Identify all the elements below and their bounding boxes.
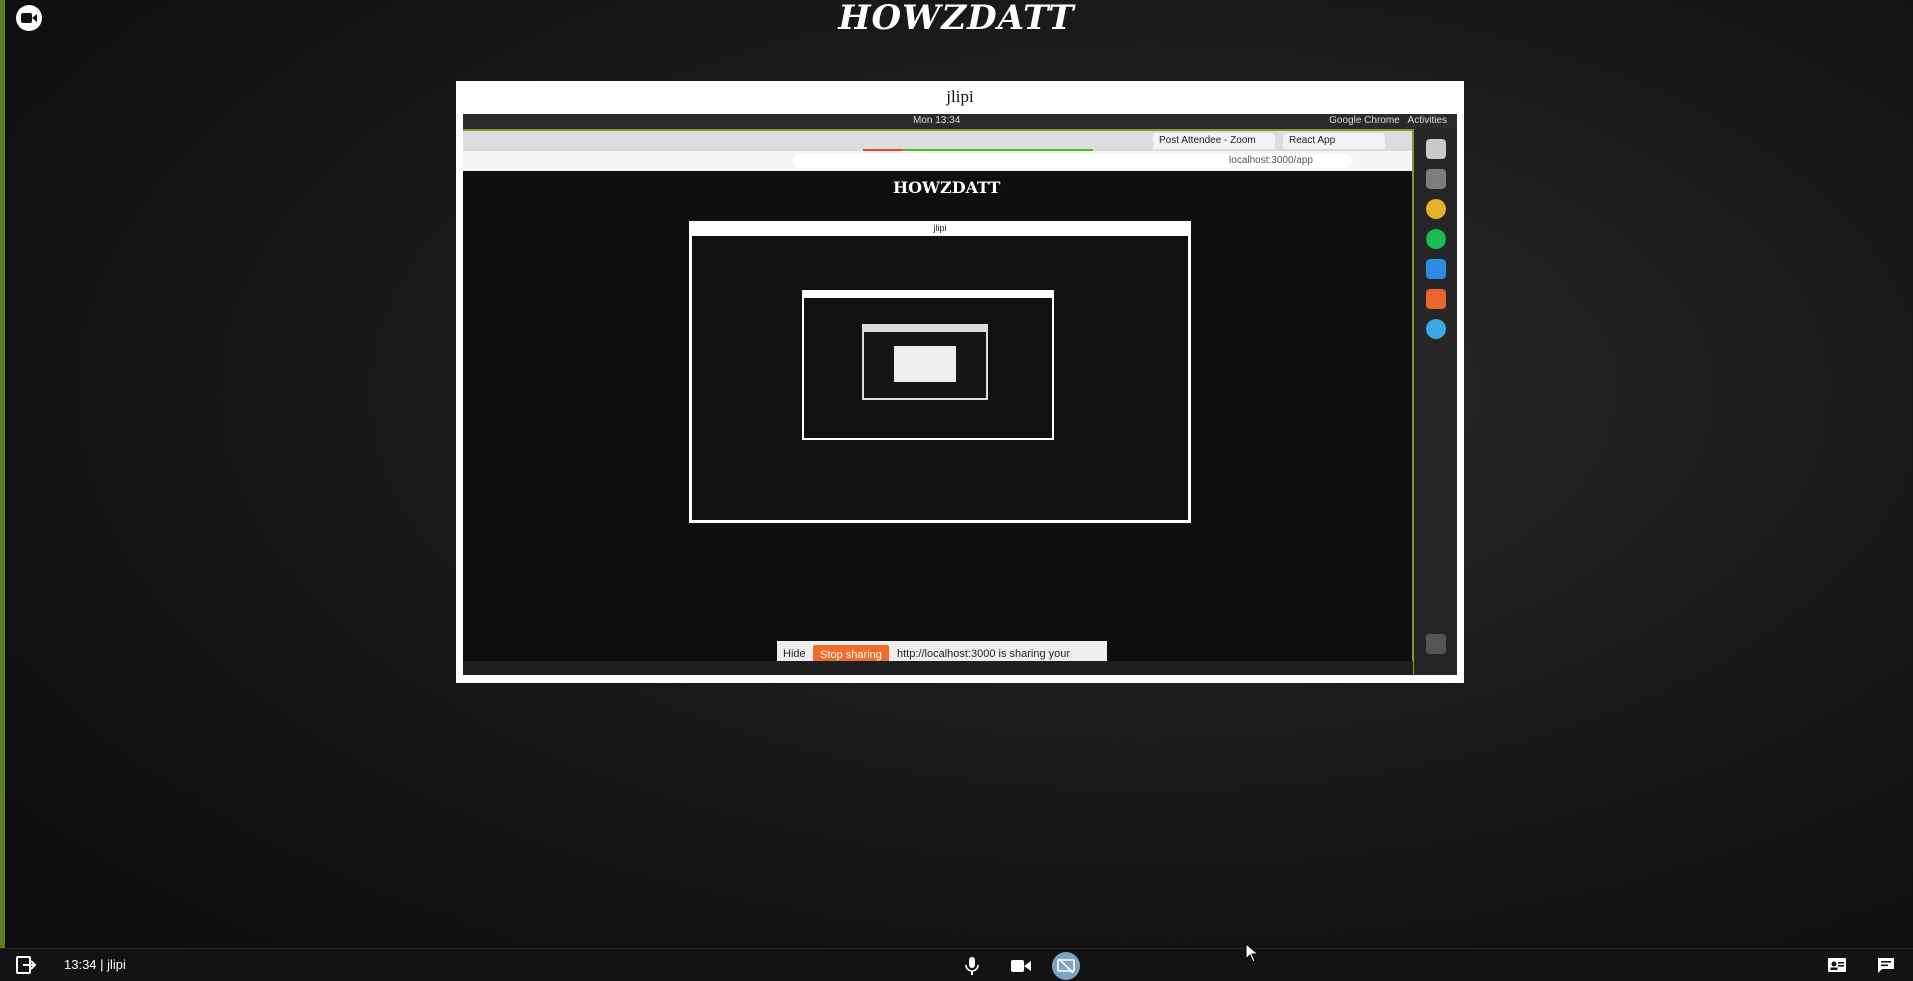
mouse-cursor-icon <box>1245 943 1259 963</box>
os-bottombar <box>463 661 1413 675</box>
bottom-toolbar: 13:34 | jlipi <box>0 948 1913 981</box>
shared-screen: Mon 13:34 Google Chrome Activities React… <box>463 114 1457 675</box>
os-activities-label: Activities <box>1407 115 1447 126</box>
os-activities: Google Chrome Activities <box>1329 115 1447 126</box>
os-dock <box>1412 129 1457 675</box>
browser-url: localhost:3000/app <box>793 154 1353 168</box>
participants-icon[interactable] <box>1825 954 1849 976</box>
files-icon <box>1426 139 1446 159</box>
tab-zoom: Post Attendee - Zoom <box>1153 133 1275 149</box>
telegram-icon <box>1426 319 1446 339</box>
video-camera-icon[interactable] <box>1007 952 1035 980</box>
nested-tile: jlipi <box>689 221 1191 523</box>
browser-tabstrip: React App Post Attendee - Zoom <box>463 129 1413 157</box>
chrome-icon <box>1426 199 1446 219</box>
participant-tile[interactable]: jlipi Mon 13:34 Google Chrome Activities… <box>456 81 1464 683</box>
os-topbar: Mon 13:34 Google Chrome Activities <box>463 114 1457 129</box>
tab-react-app: React App <box>1283 133 1385 149</box>
nested-tile-3 <box>862 324 988 400</box>
os-app-menu: Google Chrome <box>1329 115 1400 126</box>
vscode-icon <box>1426 259 1446 279</box>
nested-tile-2 <box>802 290 1054 440</box>
appstore-icon <box>1426 289 1446 309</box>
participant-name: jlipi <box>946 87 974 106</box>
hide-link: Hide <box>783 648 806 660</box>
chat-icon[interactable] <box>1874 954 1898 976</box>
screen-share-off-icon[interactable] <box>1052 952 1080 980</box>
nested-name: jlipi <box>933 223 947 233</box>
spotify-icon <box>1426 229 1446 249</box>
time-and-name: 13:34 | jlipi <box>64 957 126 972</box>
nested-screen <box>692 236 1188 520</box>
leave-icon[interactable] <box>14 954 38 976</box>
os-clock: Mon 13:34 <box>913 115 961 126</box>
nested-tile-4 <box>894 346 956 382</box>
left-edge-accent <box>0 0 5 948</box>
inner-app-title: HOWZDATT <box>893 178 1001 197</box>
app-title: HOWZDATT <box>838 0 1075 38</box>
terminal-icon <box>1426 169 1446 189</box>
microphone-icon[interactable] <box>958 952 986 980</box>
apps-grid-icon <box>1426 634 1446 654</box>
browser-addressbar: localhost:3000/app <box>463 151 1413 171</box>
